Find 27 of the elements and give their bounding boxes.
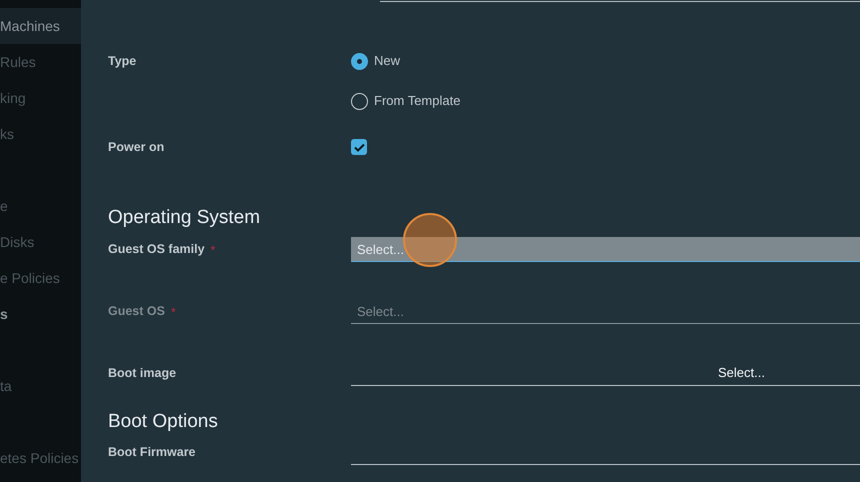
sidebar-item[interactable]: king bbox=[0, 88, 26, 108]
radio-button[interactable]: From Template bbox=[351, 91, 460, 111]
field-label: Guest OS bbox=[108, 303, 165, 320]
required-asterisk: * bbox=[170, 304, 176, 320]
select-field[interactable]: Select... bbox=[351, 237, 860, 262]
field-label: Guest OS family bbox=[108, 241, 205, 258]
field-label: Power on bbox=[108, 138, 164, 156]
sidebar-item[interactable]: ks bbox=[0, 124, 14, 144]
sidebar-item[interactable]: ta bbox=[0, 376, 12, 396]
sidebar-item[interactable]: e Policies bbox=[0, 268, 60, 288]
checkbox[interactable] bbox=[351, 139, 367, 155]
field-label: Type bbox=[108, 52, 136, 70]
input-field[interactable]: Select... bbox=[351, 361, 860, 386]
field-label: Boot Firmware bbox=[108, 444, 196, 462]
field-label: Boot image bbox=[108, 365, 176, 382]
sidebar-item[interactable]: Disks bbox=[0, 232, 34, 252]
sidebar-item[interactable]: etes Policies bbox=[0, 448, 79, 468]
required-asterisk: * bbox=[210, 242, 216, 258]
sidebar-item[interactable]: s bbox=[0, 304, 8, 324]
checkmark-icon bbox=[354, 142, 364, 152]
section-heading: Operating System bbox=[108, 206, 260, 230]
click-indicator bbox=[403, 213, 457, 267]
radio-button[interactable]: New bbox=[351, 51, 400, 71]
section-heading: Boot Options bbox=[108, 410, 218, 434]
select-button[interactable]: Select... bbox=[718, 363, 765, 383]
sidebar-item[interactable]: Rules bbox=[0, 52, 36, 72]
sidebar-item[interactable]: e bbox=[0, 196, 8, 216]
